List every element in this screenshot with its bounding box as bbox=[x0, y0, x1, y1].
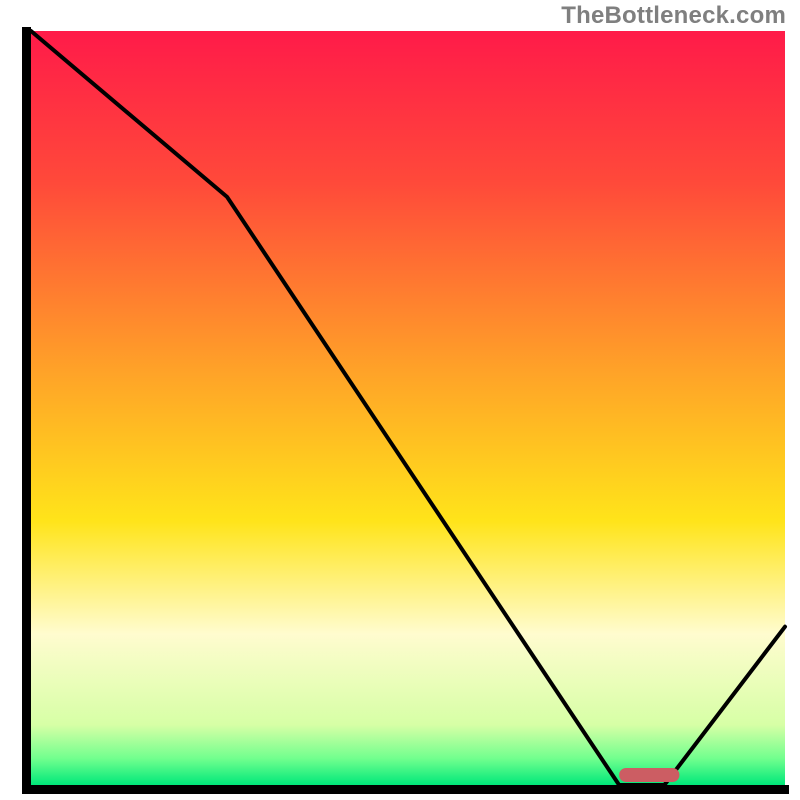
plot-background bbox=[31, 31, 785, 785]
chart-canvas bbox=[0, 0, 800, 800]
optimal-marker bbox=[619, 768, 679, 782]
chart-wrapper: TheBottleneck.com bbox=[0, 0, 800, 800]
